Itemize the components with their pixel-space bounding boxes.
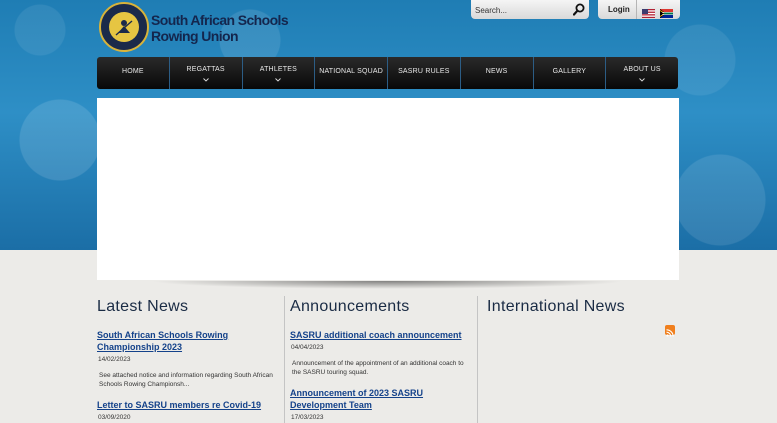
announcement-item-date: 17/03/2023 [291, 414, 324, 421]
main-nav: HOME REGATTAS ATHLETES NATIONAL SQUAD SA… [97, 57, 678, 89]
search-box [471, 0, 589, 19]
nav-item-label: GALLERY [552, 68, 587, 75]
announcement-item-link[interactable]: Announcement of 2023 SASRU Development T… [290, 387, 470, 411]
nav-item-sasru-rules[interactable]: SASRU RULES [388, 57, 461, 89]
list-item: SASRU additional coach announcement 04/0… [290, 329, 470, 377]
chevron-down-icon [202, 78, 209, 82]
rss-feed-icon[interactable] [665, 325, 675, 337]
site-title-line2: Rowing Union [151, 28, 238, 44]
nav-item-label: SASRU RULES [398, 68, 450, 75]
nav-item-home[interactable]: HOME [97, 57, 170, 89]
news-item-summary: See attached notice and information rega… [99, 372, 273, 388]
login-button[interactable]: Login [598, 0, 637, 19]
nav-item-athletes[interactable]: ATHLETES [243, 57, 316, 89]
nav-item-national-squad[interactable]: NATIONAL SQUAD [315, 57, 388, 89]
hero-slider [97, 98, 679, 280]
sasru-logo[interactable] [99, 2, 149, 52]
login-bar: Login [598, 0, 680, 19]
news-item-link[interactable]: South African Schools Rowing Championshi… [97, 329, 277, 353]
news-item-date: 14/02/2023 [98, 356, 131, 363]
search-icon[interactable] [572, 3, 585, 16]
column-divider [284, 296, 285, 423]
announcement-item-link[interactable]: SASRU additional coach announcement [290, 329, 470, 341]
site-title[interactable]: South African Schools Rowing Union [151, 12, 289, 44]
nav-item-about-us[interactable]: ABOUT US [606, 57, 678, 89]
nav-item-label: NEWS [485, 68, 508, 75]
nav-item-gallery[interactable]: GALLERY [534, 57, 607, 89]
announcements-heading: Announcements [290, 298, 410, 315]
announcement-item-summary: Announcement of the appointment of an ad… [292, 360, 464, 376]
chevron-down-icon [639, 78, 645, 82]
international-news-heading: International News [487, 298, 625, 315]
nav-item-label: NATIONAL SQUAD [319, 68, 384, 75]
column-divider [477, 296, 478, 423]
news-item-date: 03/09/2020 [98, 414, 131, 421]
list-item: Letter to SASRU members re Covid-19 03/0… [97, 399, 277, 421]
latest-news-heading: Latest News [97, 298, 189, 315]
chevron-down-icon [275, 78, 282, 82]
list-item: Announcement of 2023 SASRU Development T… [290, 387, 470, 421]
announcements-column: Announcements SASRU additional coach ann… [290, 298, 470, 421]
latest-news-column: Latest News South African Schools Rowing… [97, 298, 277, 421]
rower-emblem-icon [109, 12, 139, 42]
nav-item-label: HOME [121, 68, 144, 75]
slider-shadow [150, 281, 625, 289]
search-input[interactable] [475, 2, 565, 19]
news-item-link[interactable]: Letter to SASRU members re Covid-19 [97, 399, 277, 411]
south-africa-flag-icon[interactable] [659, 5, 673, 18]
nav-item-news[interactable]: NEWS [461, 57, 534, 89]
announcement-item-date: 04/04/2023 [291, 344, 324, 351]
list-item: South African Schools Rowing Championshi… [97, 329, 277, 389]
site-title-line1: South African Schools [151, 12, 289, 28]
nav-item-regattas[interactable]: REGATTAS [170, 57, 243, 89]
english-flag-icon[interactable] [641, 5, 655, 18]
international-news-column: International News [487, 298, 677, 316]
